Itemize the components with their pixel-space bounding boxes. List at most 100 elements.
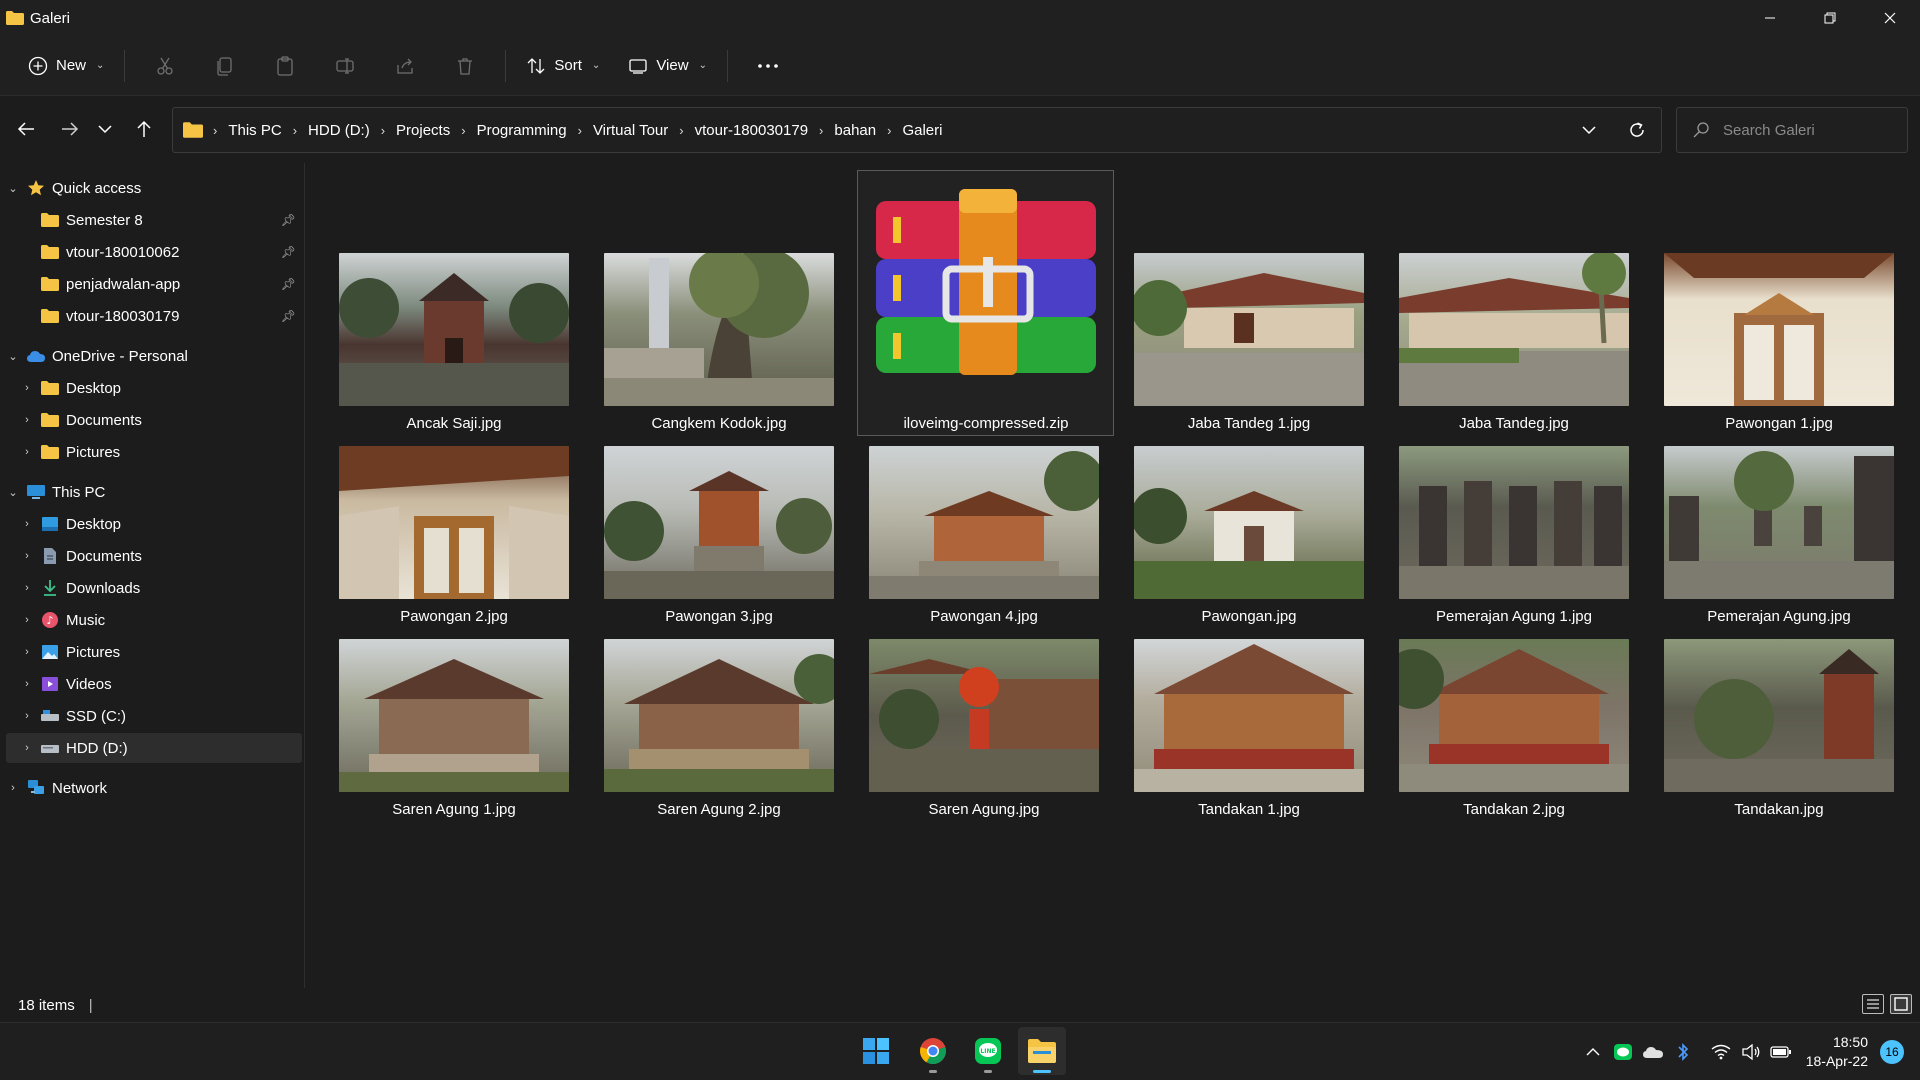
show-hidden-icons-button[interactable]: [1578, 1047, 1608, 1057]
breadcrumb-projects[interactable]: Projects: [396, 122, 450, 139]
sidebar-item-vtour-180030179[interactable]: vtour-180030179 📌︎: [6, 301, 302, 331]
details-view-button[interactable]: [1862, 994, 1884, 1014]
breadcrumb-hdd[interactable]: HDD (D:): [308, 122, 370, 139]
cut-button[interactable]: [142, 46, 188, 86]
restore-button[interactable]: [1800, 0, 1860, 36]
thumbnail-jaba-tandeg[interactable]: [1399, 253, 1629, 406]
share-button[interactable]: [382, 46, 428, 86]
file-name[interactable]: iloveimg-compressed.zip: [856, 415, 1116, 432]
chevron-down-icon[interactable]: ⌄: [6, 486, 20, 499]
file-name[interactable]: Pemerajan Agung.jpg: [1649, 608, 1909, 625]
search-input[interactable]: [1723, 121, 1893, 139]
sidebar-item-onedrive-desktop[interactable]: › Desktop: [6, 373, 302, 403]
breadcrumb-virtual-tour[interactable]: Virtual Tour: [593, 122, 668, 139]
sidebar-item-onedrive[interactable]: ⌄ OneDrive - Personal: [6, 341, 302, 371]
thumbnail-saren-agung[interactable]: [869, 639, 1099, 792]
chevron-right-icon[interactable]: ›: [6, 782, 20, 794]
chevron-right-icon[interactable]: ›: [20, 550, 34, 562]
onedrive-tray-icon[interactable]: [1638, 1045, 1668, 1059]
sidebar-item-downloads[interactable]: › Downloads: [6, 573, 302, 603]
close-button[interactable]: [1860, 0, 1920, 36]
file-name[interactable]: Saren Agung 1.jpg: [324, 801, 584, 818]
chevron-right-icon[interactable]: ›: [20, 710, 34, 722]
search-box[interactable]: [1676, 107, 1908, 153]
chevron-right-icon[interactable]: ›: [20, 742, 34, 754]
breadcrumb-bahan[interactable]: bahan: [834, 122, 876, 139]
view-button[interactable]: View ⌄: [618, 46, 717, 86]
chevron-right-icon[interactable]: ›: [20, 414, 34, 426]
file-name[interactable]: Pawongan 2.jpg: [324, 608, 584, 625]
thumbnail-pawongan[interactable]: [1134, 446, 1364, 599]
winrar-archive-icon[interactable]: [871, 187, 1101, 377]
sidebar-item-semester-8[interactable]: Semester 8 📌︎: [6, 205, 302, 235]
sidebar-item-pictures[interactable]: › Pictures: [6, 637, 302, 667]
sidebar-item-videos[interactable]: › Videos: [6, 669, 302, 699]
thumbnail-pawongan-3[interactable]: [604, 446, 834, 599]
bluetooth-icon[interactable]: [1668, 1042, 1698, 1062]
file-name[interactable]: Cangkem Kodok.jpg: [589, 415, 849, 432]
recent-locations-button[interactable]: [90, 109, 120, 149]
chevron-right-icon[interactable]: ›: [20, 582, 34, 594]
chevron-right-icon[interactable]: ›: [20, 382, 34, 394]
thumbnail-pemerajan-agung-1[interactable]: [1399, 446, 1629, 599]
thumbnail-cangkem-kodok[interactable]: [604, 253, 834, 406]
file-name[interactable]: Jaba Tandeg.jpg: [1384, 415, 1644, 432]
thumbnail-pawongan-4[interactable]: [869, 446, 1099, 599]
breadcrumb-galeri[interactable]: Galeri: [902, 122, 942, 139]
delete-button[interactable]: [442, 46, 488, 86]
sidebar-item-hdd[interactable]: › HDD (D:): [6, 733, 302, 763]
file-name[interactable]: Saren Agung.jpg: [854, 801, 1114, 818]
clock[interactable]: 18:50 18-Apr-22: [1806, 1033, 1868, 1071]
thumbnail-jaba-tandeg-1[interactable]: [1134, 253, 1364, 406]
sidebar-item-onedrive-pictures[interactable]: › Pictures: [6, 437, 302, 467]
chevron-right-icon[interactable]: ›: [20, 614, 34, 626]
up-button[interactable]: [124, 109, 164, 149]
battery-icon[interactable]: [1766, 1045, 1796, 1059]
chevron-right-icon[interactable]: ›: [20, 646, 34, 658]
line-taskbar-button[interactable]: LINE: [964, 1027, 1012, 1075]
file-name[interactable]: Pawongan 1.jpg: [1649, 415, 1909, 432]
file-name[interactable]: Pawongan 4.jpg: [854, 608, 1114, 625]
chevron-right-icon[interactable]: ›: [20, 518, 34, 530]
back-button[interactable]: [6, 109, 46, 149]
sidebar-item-this-pc[interactable]: ⌄ This PC: [6, 477, 302, 507]
sidebar-item-quick-access[interactable]: ⌄ Quick access: [6, 173, 302, 203]
thumbnail-saren-agung-1[interactable]: [339, 639, 569, 792]
file-name[interactable]: Ancak Saji.jpg: [324, 415, 584, 432]
forward-button[interactable]: [50, 109, 90, 149]
file-name[interactable]: Tandakan 2.jpg: [1384, 801, 1644, 818]
more-options-button[interactable]: [745, 46, 791, 86]
chevron-right-icon[interactable]: ›: [20, 446, 34, 458]
file-name[interactable]: Tandakan.jpg: [1649, 801, 1909, 818]
new-button[interactable]: New ⌄: [18, 46, 114, 86]
thumbnail-view-button[interactable]: [1890, 994, 1912, 1014]
chevron-down-icon[interactable]: ⌄: [6, 182, 20, 195]
breadcrumb-programming[interactable]: Programming: [477, 122, 567, 139]
thumbnail-tandakan-1[interactable]: [1134, 639, 1364, 792]
volume-icon[interactable]: [1736, 1044, 1766, 1060]
address-history-button[interactable]: [1565, 125, 1613, 135]
sidebar-item-music[interactable]: › ♪ Music: [6, 605, 302, 635]
file-name[interactable]: Tandakan 1.jpg: [1119, 801, 1379, 818]
notification-badge[interactable]: 16: [1880, 1040, 1904, 1064]
file-name[interactable]: Pemerajan Agung 1.jpg: [1384, 608, 1644, 625]
sidebar-item-desktop[interactable]: › Desktop: [6, 509, 302, 539]
chevron-right-icon[interactable]: ›: [20, 678, 34, 690]
sidebar-item-onedrive-documents[interactable]: › Documents: [6, 405, 302, 435]
sidebar-item-penjadwalan-app[interactable]: penjadwalan-app 📌︎: [6, 269, 302, 299]
sidebar-item-ssd[interactable]: › SSD (C:): [6, 701, 302, 731]
sidebar-item-documents[interactable]: › Documents: [6, 541, 302, 571]
breadcrumb-vtour[interactable]: vtour-180030179: [695, 122, 808, 139]
breadcrumb-this-pc[interactable]: This PC: [228, 122, 281, 139]
wifi-icon[interactable]: [1706, 1044, 1736, 1060]
file-name[interactable]: Saren Agung 2.jpg: [589, 801, 849, 818]
sidebar-item-network[interactable]: › Network: [6, 773, 302, 803]
rename-button[interactable]: [322, 46, 368, 86]
thumbnail-tandakan-2[interactable]: [1399, 639, 1629, 792]
file-explorer-taskbar-button[interactable]: [1018, 1027, 1066, 1075]
address-bar[interactable]: › This PC › HDD (D:) › Projects › Progra…: [172, 107, 1662, 153]
minimize-button[interactable]: [1740, 0, 1800, 36]
thumbnail-ancak-saji[interactable]: [339, 253, 569, 406]
thumbnail-tandakan[interactable]: [1664, 639, 1894, 792]
start-button[interactable]: [852, 1027, 900, 1075]
